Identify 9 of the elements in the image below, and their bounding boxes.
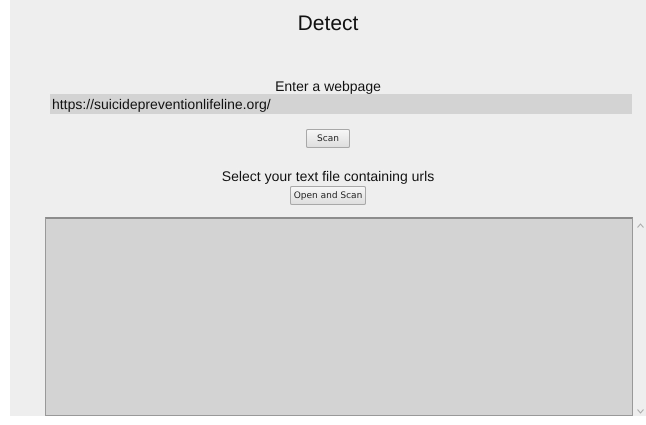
window-title: Detect bbox=[298, 12, 358, 37]
url-label: Enter a webpage bbox=[275, 78, 381, 94]
url-field[interactable]: https://suicidepreventionlifeline.org/ bbox=[50, 94, 632, 114]
open-and-scan-button[interactable]: Open and Scan bbox=[290, 186, 366, 205]
file-label: Select your text file containing urls bbox=[222, 168, 434, 184]
scroll-down-icon[interactable] bbox=[637, 409, 644, 414]
output-text-area[interactable] bbox=[45, 217, 633, 416]
scan-button[interactable]: Scan bbox=[306, 129, 350, 148]
scroll-up-icon[interactable] bbox=[637, 223, 644, 228]
